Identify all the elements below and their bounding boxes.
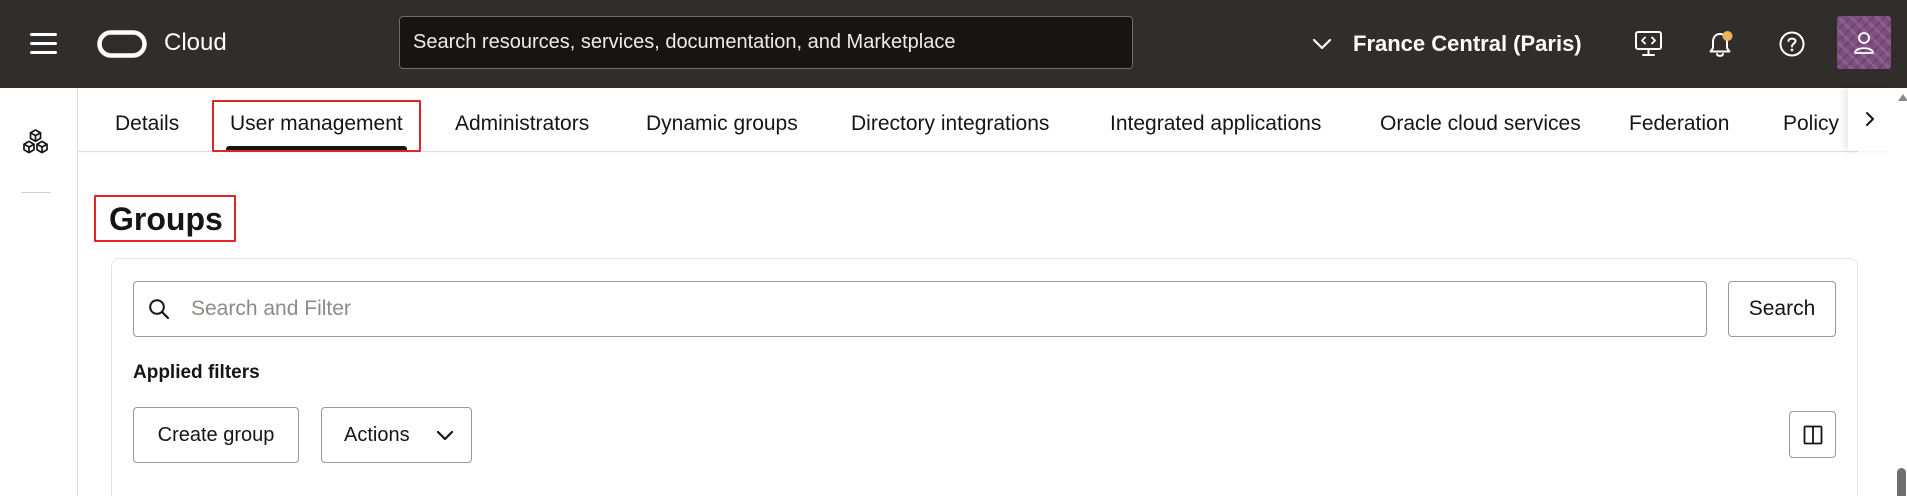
page-title: Groups bbox=[109, 201, 223, 237]
cloud-shell-icon[interactable] bbox=[1634, 30, 1663, 58]
scrollbar-thumb[interactable] bbox=[1897, 468, 1906, 496]
chevron-right-icon bbox=[1866, 112, 1874, 126]
tab-directory-integrations[interactable]: Directory integrations bbox=[851, 111, 1049, 136]
tab-integrated-applications[interactable]: Integrated applications bbox=[1110, 111, 1321, 136]
tab-federation[interactable]: Federation bbox=[1629, 111, 1729, 136]
tabs-scroll-next-button[interactable] bbox=[1848, 88, 1893, 151]
search-button[interactable]: Search bbox=[1728, 281, 1836, 337]
rail-divider bbox=[21, 192, 51, 193]
tab-bar-divider bbox=[78, 151, 1858, 152]
brand-text[interactable]: Cloud bbox=[164, 29, 227, 57]
profile-avatar[interactable] bbox=[1837, 16, 1891, 69]
region-selector[interactable]: France Central (Paris) bbox=[1353, 30, 1582, 58]
cubes-icon[interactable] bbox=[21, 128, 50, 156]
search-and-filter-input[interactable] bbox=[133, 281, 1707, 337]
user-icon bbox=[1854, 32, 1874, 54]
oracle-logo-icon[interactable] bbox=[97, 30, 147, 58]
applied-filters-label: Applied filters bbox=[133, 362, 260, 383]
tab-oracle-cloud-services[interactable]: Oracle cloud services bbox=[1380, 111, 1581, 136]
bell-icon[interactable] bbox=[1706, 29, 1736, 60]
tab-user-management[interactable]: User management bbox=[230, 111, 403, 136]
search-icon bbox=[149, 299, 170, 320]
actions-menu-button[interactable]: Actions bbox=[321, 407, 472, 463]
page-scrollbar[interactable] bbox=[1893, 88, 1907, 496]
create-group-button[interactable]: Create group bbox=[133, 407, 299, 463]
active-tab-indicator bbox=[226, 146, 407, 151]
actions-label: Actions bbox=[344, 423, 410, 446]
column-settings-button[interactable] bbox=[1789, 411, 1836, 458]
help-icon[interactable] bbox=[1778, 30, 1806, 58]
chevron-down-icon bbox=[436, 430, 454, 441]
columns-icon bbox=[1803, 425, 1822, 444]
tab-administrators[interactable]: Administrators bbox=[455, 111, 589, 136]
global-search-input[interactable] bbox=[399, 16, 1133, 69]
tab-dynamic-groups[interactable]: Dynamic groups bbox=[646, 111, 798, 136]
tab-policy[interactable]: Policy bbox=[1783, 111, 1839, 136]
tab-bar: Details User management Administrators D… bbox=[78, 88, 1848, 151]
scroll-up-arrow-icon[interactable] bbox=[1898, 94, 1907, 101]
hamburger-icon[interactable] bbox=[30, 31, 58, 55]
chevron-down-icon[interactable] bbox=[1311, 35, 1333, 53]
notification-dot bbox=[1722, 31, 1733, 41]
tab-details[interactable]: Details bbox=[115, 111, 179, 136]
top-navigation-bar: Cloud France Central (Paris) bbox=[0, 0, 1907, 88]
